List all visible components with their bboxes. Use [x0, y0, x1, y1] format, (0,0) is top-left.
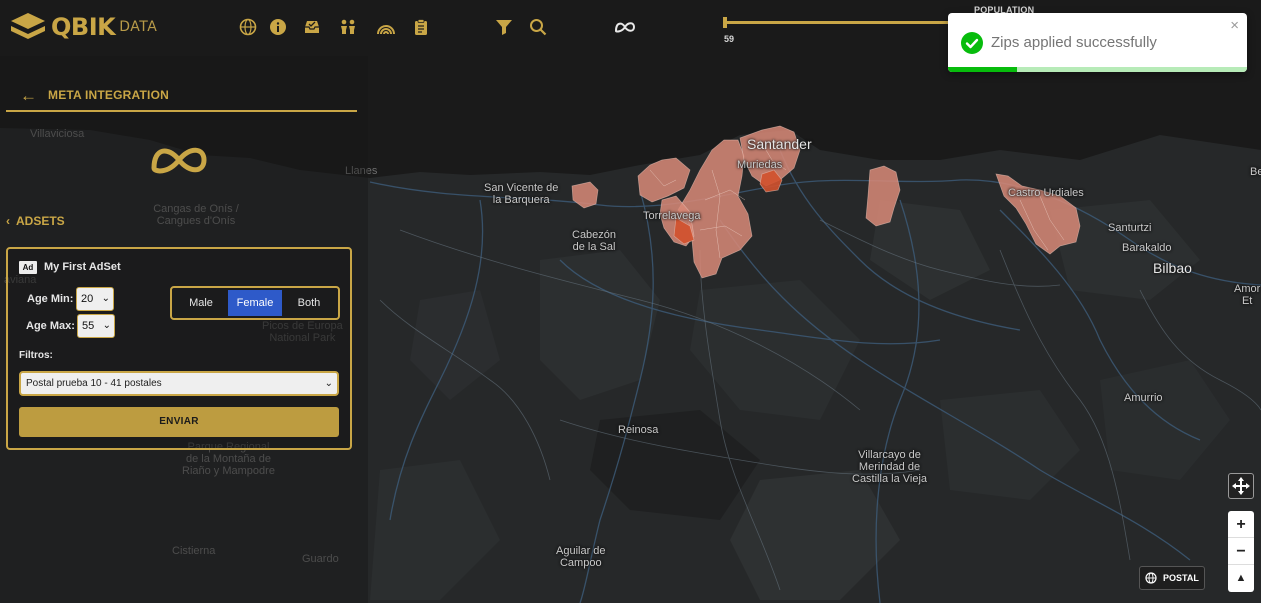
move-icon[interactable] [1228, 473, 1254, 499]
check-icon [961, 32, 983, 54]
enviar-button[interactable]: ENVIAR [19, 407, 339, 437]
gender-male-button[interactable]: Male [174, 290, 228, 316]
zoom-controls: + − ▲ [1228, 511, 1254, 592]
age-max-select[interactable]: 55 ⌄ [77, 314, 115, 338]
toast-message: Zips applied successfully [991, 34, 1157, 51]
search-icon[interactable] [529, 18, 547, 36]
people-icon[interactable] [339, 18, 357, 36]
back-arrow-icon[interactable]: ← [20, 87, 37, 104]
adset-card: Ad My First AdSet Age Min: 20 ⌄ Age Max:… [6, 247, 352, 450]
chevron-down-icon: ⌄ [324, 378, 333, 389]
place-cabezon: Cabezón de la Sal [572, 229, 617, 253]
place-muriedas: Muriedas [737, 159, 783, 171]
age-max-label: Age Max: [26, 320, 75, 332]
place-reinosa: Reinosa [618, 424, 659, 436]
place-torrelavega: Torrelavega [643, 210, 701, 222]
place-santurtzi: Santurtzi [1108, 222, 1152, 234]
clipboard-icon[interactable] [412, 18, 430, 36]
population-slider-track[interactable] [725, 21, 949, 24]
place-bilbao: Bilbao [1153, 260, 1192, 276]
globe-icon[interactable] [239, 18, 257, 36]
filter-icon[interactable] [495, 18, 513, 36]
signal-icon[interactable] [376, 18, 396, 36]
logo-word: QBIK [51, 13, 116, 41]
age-min-label: Age Min: [27, 293, 74, 305]
place-amurrio: Amurrio [1124, 392, 1163, 404]
close-icon[interactable]: × [1230, 17, 1239, 34]
app-logo[interactable]: QBIK DATA [9, 11, 157, 43]
population-min-value: 59 [724, 34, 735, 44]
gender-toggle: Male Female Both [170, 286, 340, 320]
info-icon[interactable] [269, 18, 287, 36]
chevron-down-icon: ⌄ [102, 320, 111, 331]
toast-progress-bar [948, 67, 1017, 72]
app-root: Villaviciosa Llanes Cangas de Onís / Cang… [0, 0, 1261, 603]
panel-title: META INTEGRATION [48, 88, 169, 102]
gender-both-button[interactable]: Both [282, 290, 336, 316]
meta-icon[interactable] [614, 18, 636, 36]
place-aguilar: Aguilar de Campoo [556, 545, 606, 569]
filtros-label: Filtros: [19, 350, 53, 361]
gender-female-button[interactable]: Female [228, 290, 282, 316]
success-toast[interactable]: Zips applied successfully × [948, 13, 1247, 72]
place-villarcayo: Villarcayo de Merindad de Castilla la Viej… [852, 449, 928, 485]
postal-layer-label: POSTAL [1163, 573, 1199, 583]
ad-badge-icon: Ad [19, 261, 37, 274]
meta-integration-panel: ← META INTEGRATION ‹ ADSETS Ad My First A… [0, 56, 368, 603]
place-barakaldo: Barakaldo [1122, 242, 1172, 254]
adsets-label: ADSETS [16, 214, 65, 228]
place-castro-urdiales: Castro Urdiales [1008, 187, 1084, 199]
inbox-icon[interactable] [303, 18, 321, 36]
adsets-link[interactable]: ‹ ADSETS [6, 214, 65, 228]
compass-icon[interactable]: ▲ [1228, 565, 1254, 592]
zoom-out-button[interactable]: − [1228, 538, 1254, 565]
zoom-in-button[interactable]: + [1228, 511, 1254, 538]
place-san-vicente: San Vicente de la Barquera [484, 182, 559, 206]
filter-select-value: Postal prueba 10 - 41 postales [26, 378, 162, 389]
age-min-select[interactable]: 20 ⌄ [76, 287, 114, 311]
postal-layer-button[interactable]: POSTAL [1139, 566, 1205, 590]
adset-name: My First AdSet [44, 261, 121, 273]
logo-mark-icon [11, 13, 45, 39]
place-be: Be [1250, 166, 1261, 178]
filter-select[interactable]: Postal prueba 10 - 41 postales ⌄ [19, 371, 339, 396]
chevron-left-icon: ‹ [6, 214, 10, 228]
age-max-value: 55 [82, 320, 95, 332]
meta-logo-icon [151, 147, 207, 174]
place-santander: Santander [747, 136, 812, 152]
logo-sub: DATA [119, 19, 158, 35]
age-min-value: 20 [81, 293, 94, 305]
panel-header: ← META INTEGRATION [6, 84, 357, 112]
place-amor: Amor Et [1234, 283, 1261, 307]
population-slider-handle[interactable] [723, 17, 727, 28]
chevron-down-icon: ⌄ [101, 293, 110, 304]
globe-icon [1145, 572, 1157, 584]
